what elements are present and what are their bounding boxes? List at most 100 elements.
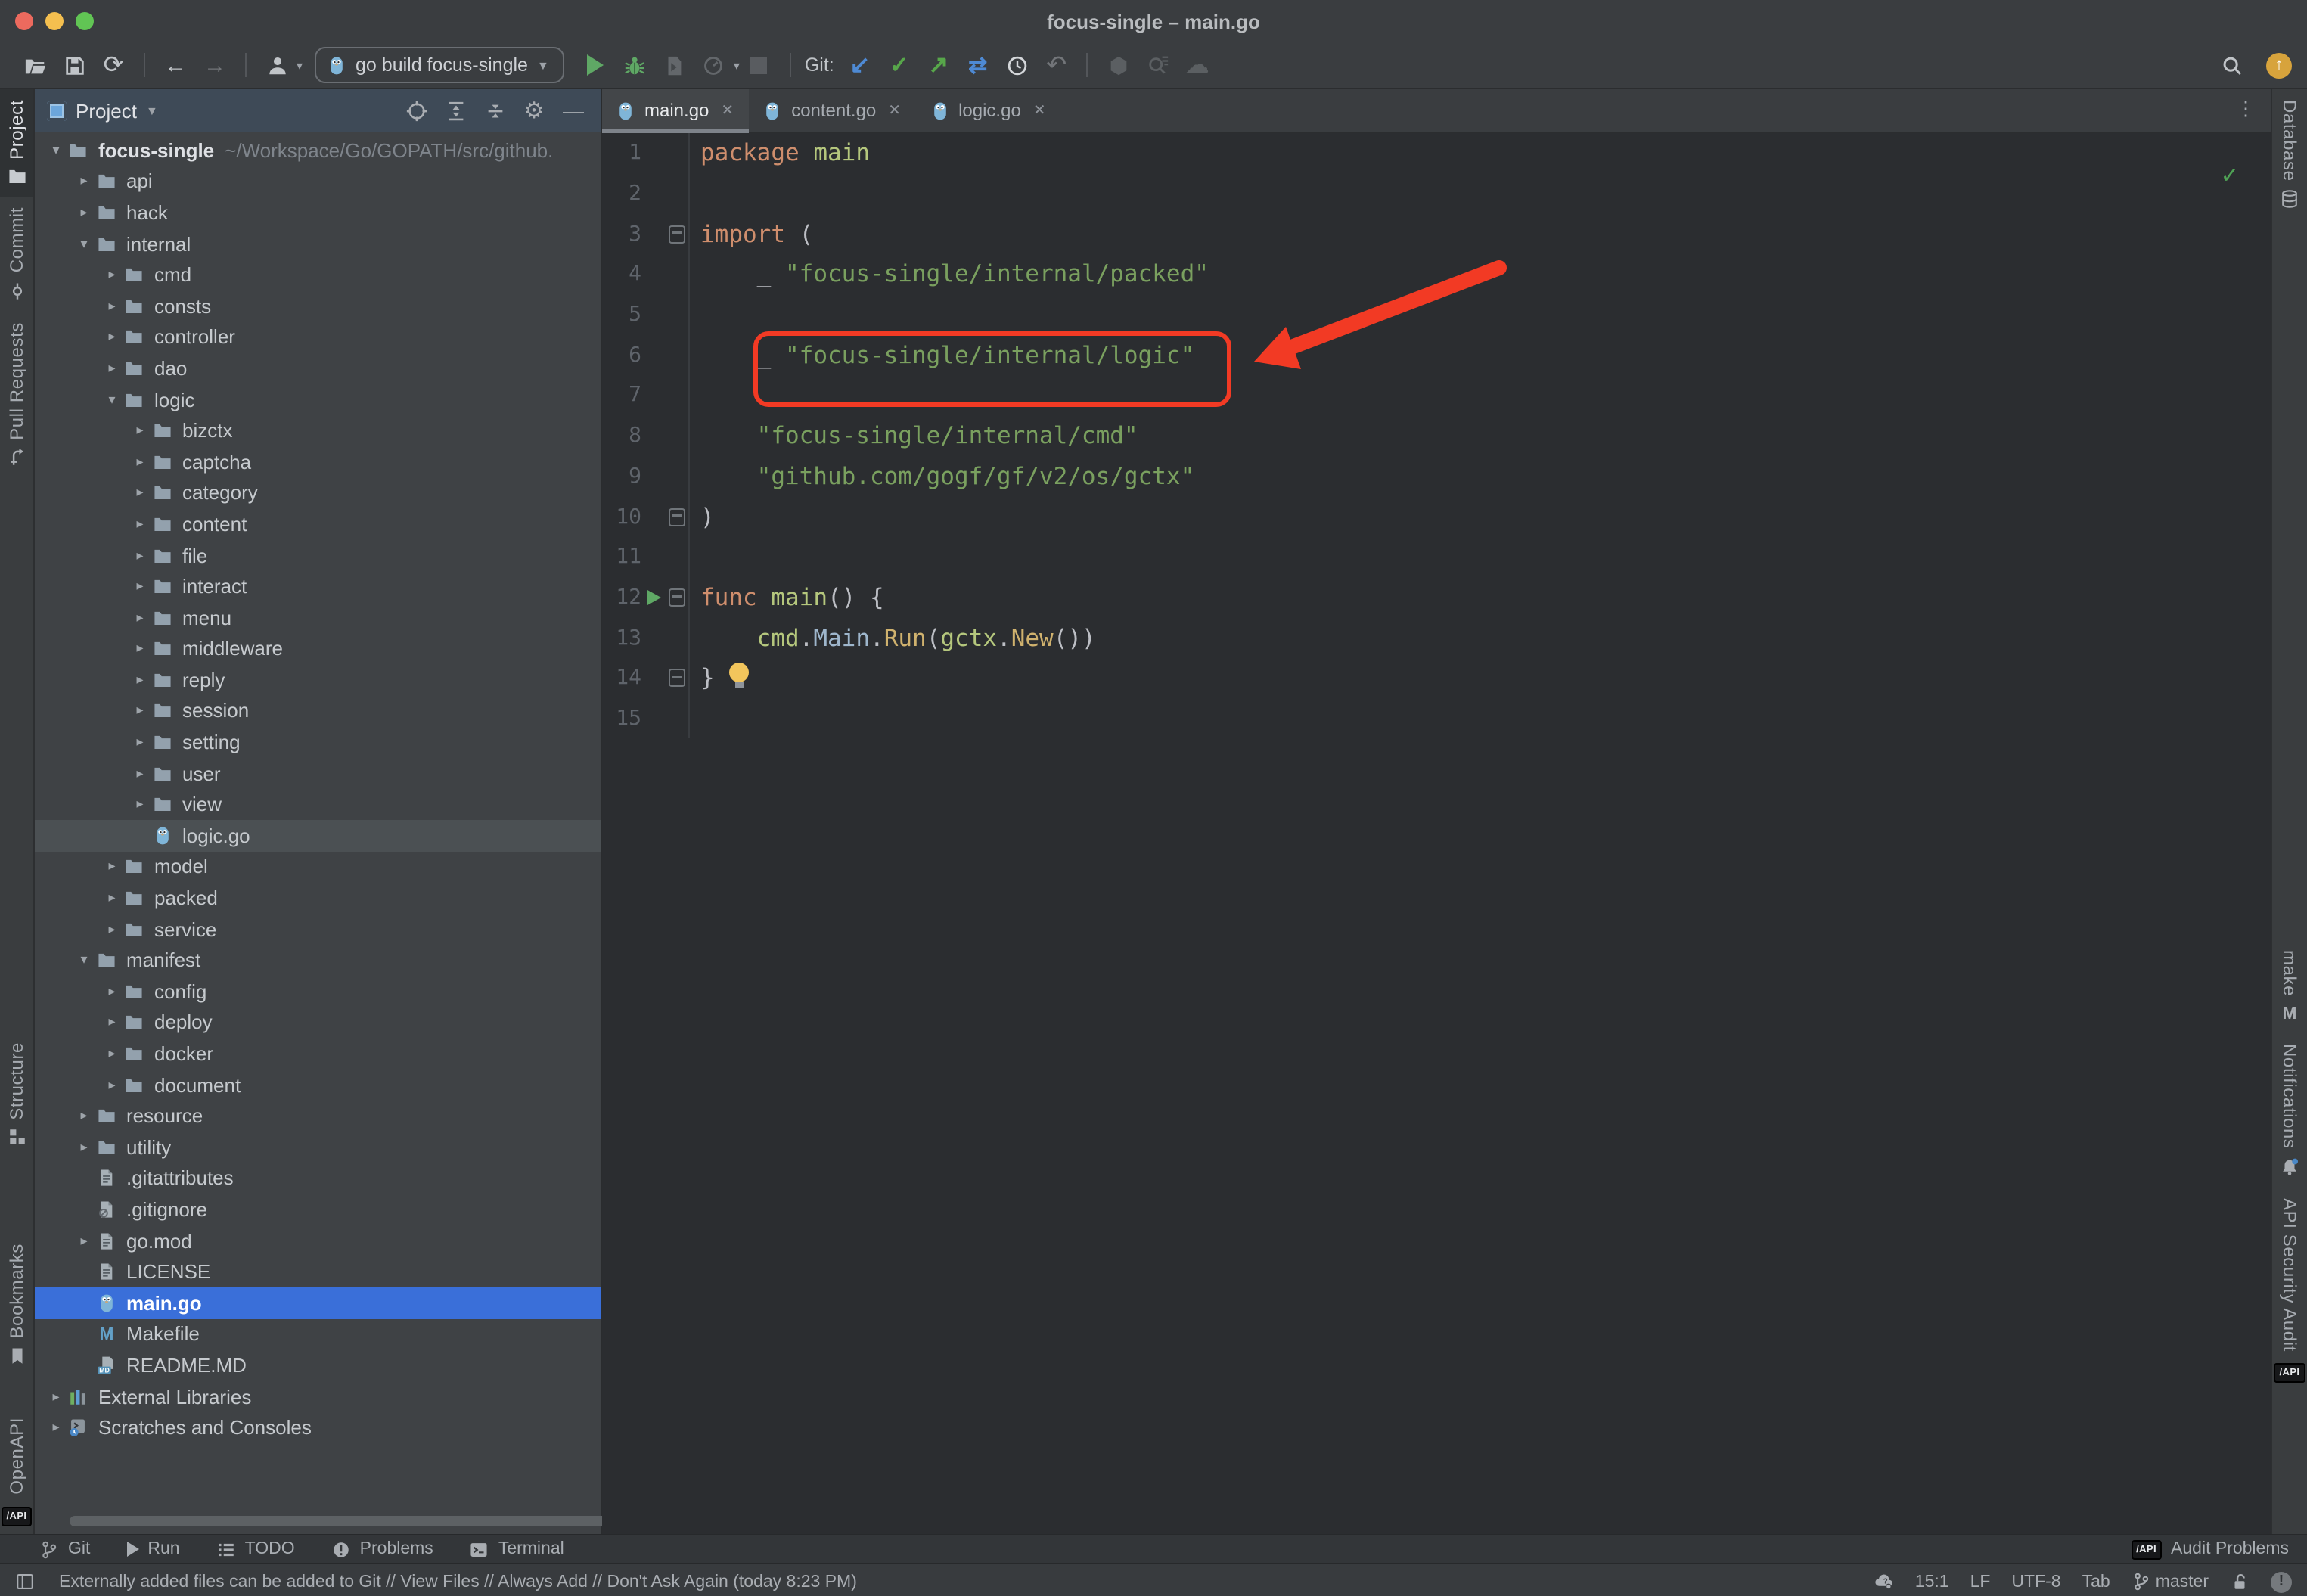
chevron-collapsed-icon[interactable]: ▸ [100,1045,124,1062]
tree-item-document[interactable]: ▸ document [35,1070,601,1101]
chevron-expanded-icon[interactable]: ▾ [100,391,124,408]
code-line-14[interactable]: 14 } [602,658,2271,698]
tree-item-interact[interactable]: ▸ interact [35,571,601,602]
tree-item-bizctx[interactable]: ▸ bizctx [35,415,601,446]
tree-item-dao[interactable]: ▸ dao [35,352,601,383]
chevron-collapsed-icon[interactable]: ▸ [72,1139,96,1156]
tree-item-service[interactable]: ▸ service [35,914,601,945]
chevron-collapsed-icon[interactable]: ▸ [72,1107,96,1124]
code-line-5[interactable]: 5 [602,295,2271,335]
tree-item-internal[interactable]: ▾ internal [35,228,601,259]
tree-item-reply[interactable]: ▸ reply [35,664,601,695]
chevron-collapsed-icon[interactable]: ▸ [128,703,152,719]
tree-item-captcha[interactable]: ▸ captcha [35,446,601,477]
tool-stripe-structure[interactable]: Structure [0,1032,33,1158]
run-button[interactable] [576,47,616,83]
toolwindow-button-todo[interactable]: TODO [216,1539,295,1559]
code-line-8[interactable]: 8 "focus-single/internal/cmd" [602,416,2271,456]
chevron-collapsed-icon[interactable]: ▸ [128,547,152,564]
close-tab-icon[interactable]: ✕ [1033,102,1046,119]
code-line-12[interactable]: 12 func main() { [602,577,2271,617]
fold-marker-icon[interactable] [669,588,685,607]
close-tab-icon[interactable]: ✕ [721,102,734,119]
tree-item-hack[interactable]: ▸ hack [35,197,601,228]
chevron-collapsed-icon[interactable]: ▸ [44,1419,68,1436]
open-icon[interactable] [15,47,54,83]
close-window-button[interactable] [15,12,33,30]
code-line-15[interactable]: 15 [602,698,2271,738]
debug-button[interactable] [616,47,655,83]
tree-item-Scratches and Consoles[interactable]: ▸ Scratches and Consoles [35,1412,601,1443]
file-encoding-widget[interactable]: UTF-8 [2011,1573,2060,1591]
tree-item-middleware[interactable]: ▸ middleware [35,633,601,664]
chevron-collapsed-icon[interactable]: ▸ [44,1388,68,1405]
tree-item-go.mod[interactable]: ▸ go.mod [35,1225,601,1256]
fold-marker-icon[interactable] [669,508,685,526]
history-icon[interactable] [998,47,1037,83]
tool-stripe-database[interactable]: Database [2272,89,2307,219]
chevron-collapsed-icon[interactable]: ▸ [128,485,152,501]
chevron-collapsed-icon[interactable]: ▸ [128,453,152,470]
git-fetch-icon[interactable]: ⇄ [958,47,998,83]
minimize-window-button[interactable] [45,12,64,30]
code-line-10[interactable]: 10 ) [602,496,2271,536]
locate-file-icon[interactable] [401,99,431,122]
caret-position-widget[interactable]: 15:1 [1915,1573,1949,1591]
rollback-icon[interactable]: ↶ [1037,47,1076,83]
navigate-back-icon[interactable]: ← [156,47,195,83]
tool-stripe-commit[interactable]: Commit [0,197,33,311]
chevron-collapsed-icon[interactable]: ▸ [100,266,124,283]
tree-item-view[interactable]: ▸ view [35,789,601,820]
update-available-icon[interactable]: ↑ [2266,52,2292,78]
chevron-collapsed-icon[interactable]: ▸ [128,422,152,439]
tree-item-model[interactable]: ▸ model [35,851,601,882]
git-push-icon[interactable]: ↗ [919,47,958,83]
lock-icon[interactable] [2230,1572,2250,1591]
more-tabs-icon[interactable]: ⋮ [2236,89,2271,132]
tool-stripe-bookmarks[interactable]: Bookmarks [0,1234,33,1377]
status-message[interactable]: Externally added files can be added to G… [59,1573,857,1591]
tree-item-External Libraries[interactable]: ▸ External Libraries [35,1381,601,1412]
expand-all-icon[interactable] [440,99,470,122]
chevron-collapsed-icon[interactable]: ▸ [128,734,152,750]
chevron-collapsed-icon[interactable]: ▸ [128,578,152,595]
code-line-3[interactable]: 3 import ( [602,214,2271,254]
tree-item-focus-single[interactable]: ▾ focus-single ~/Workspace/Go/GOPATH/src… [35,135,601,166]
code-line-9[interactable]: 9 "github.com/gogf/gf/v2/os/gctx" [602,456,2271,496]
shield-icon[interactable] [1099,47,1138,83]
save-all-icon[interactable] [54,47,94,83]
tool-stripe-api-security-audit[interactable]: API Security Audit /API [2272,1187,2307,1390]
code-line-7[interactable]: 7 [602,375,2271,415]
code-editor[interactable]: 1 package main 2 3 import ( 4 _ "focus-s… [602,133,2271,1534]
tree-item-main.go[interactable]: main.go [35,1287,601,1318]
tree-item-cmd[interactable]: ▸ cmd [35,259,601,290]
tree-item-menu[interactable]: ▸ menu [35,602,601,633]
tree-item-config[interactable]: ▸ config [35,976,601,1007]
chevron-collapsed-icon[interactable]: ▸ [128,641,152,657]
chevron-down-icon[interactable]: ▼ [146,104,158,117]
toolwindow-button-terminal[interactable]: Terminal [470,1539,564,1559]
chevron-collapsed-icon[interactable]: ▸ [100,921,124,937]
chevron-collapsed-icon[interactable]: ▸ [128,796,152,813]
chevron-collapsed-icon[interactable]: ▸ [72,204,96,221]
cloud-icon[interactable]: ☁ [1178,47,1217,83]
tree-item-api[interactable]: ▸ api [35,166,601,197]
tree-item-README.MD[interactable]: MD README.MD [35,1349,601,1380]
tree-item-controller[interactable]: ▸ controller [35,321,601,352]
chevron-collapsed-icon[interactable]: ▸ [100,1014,124,1031]
code-line-1[interactable]: 1 package main [602,133,2271,173]
run-main-gutter-icon[interactable] [647,590,660,605]
toolwindow-button-run[interactable]: Run [126,1540,179,1558]
tree-item-setting[interactable]: ▸ setting [35,727,601,758]
inspections-ok-icon[interactable]: ✓ [2222,160,2238,191]
tree-item-LICENSE[interactable]: LICENSE [35,1256,601,1287]
run-with-coverage-icon[interactable] [655,47,694,83]
tree-item-user[interactable]: ▸ user [35,758,601,789]
tool-stripe-project[interactable]: Project [0,89,33,197]
chevron-collapsed-icon[interactable]: ▸ [100,983,124,1000]
tool-stripe-notifications[interactable]: Notifications [2272,1034,2307,1188]
cloud-settings-icon[interactable]: ? [1874,1572,1894,1591]
fold-marker-icon[interactable] [669,669,685,688]
chevron-collapsed-icon[interactable]: ▸ [100,890,124,906]
git-update-icon[interactable]: ↙ [840,47,880,83]
